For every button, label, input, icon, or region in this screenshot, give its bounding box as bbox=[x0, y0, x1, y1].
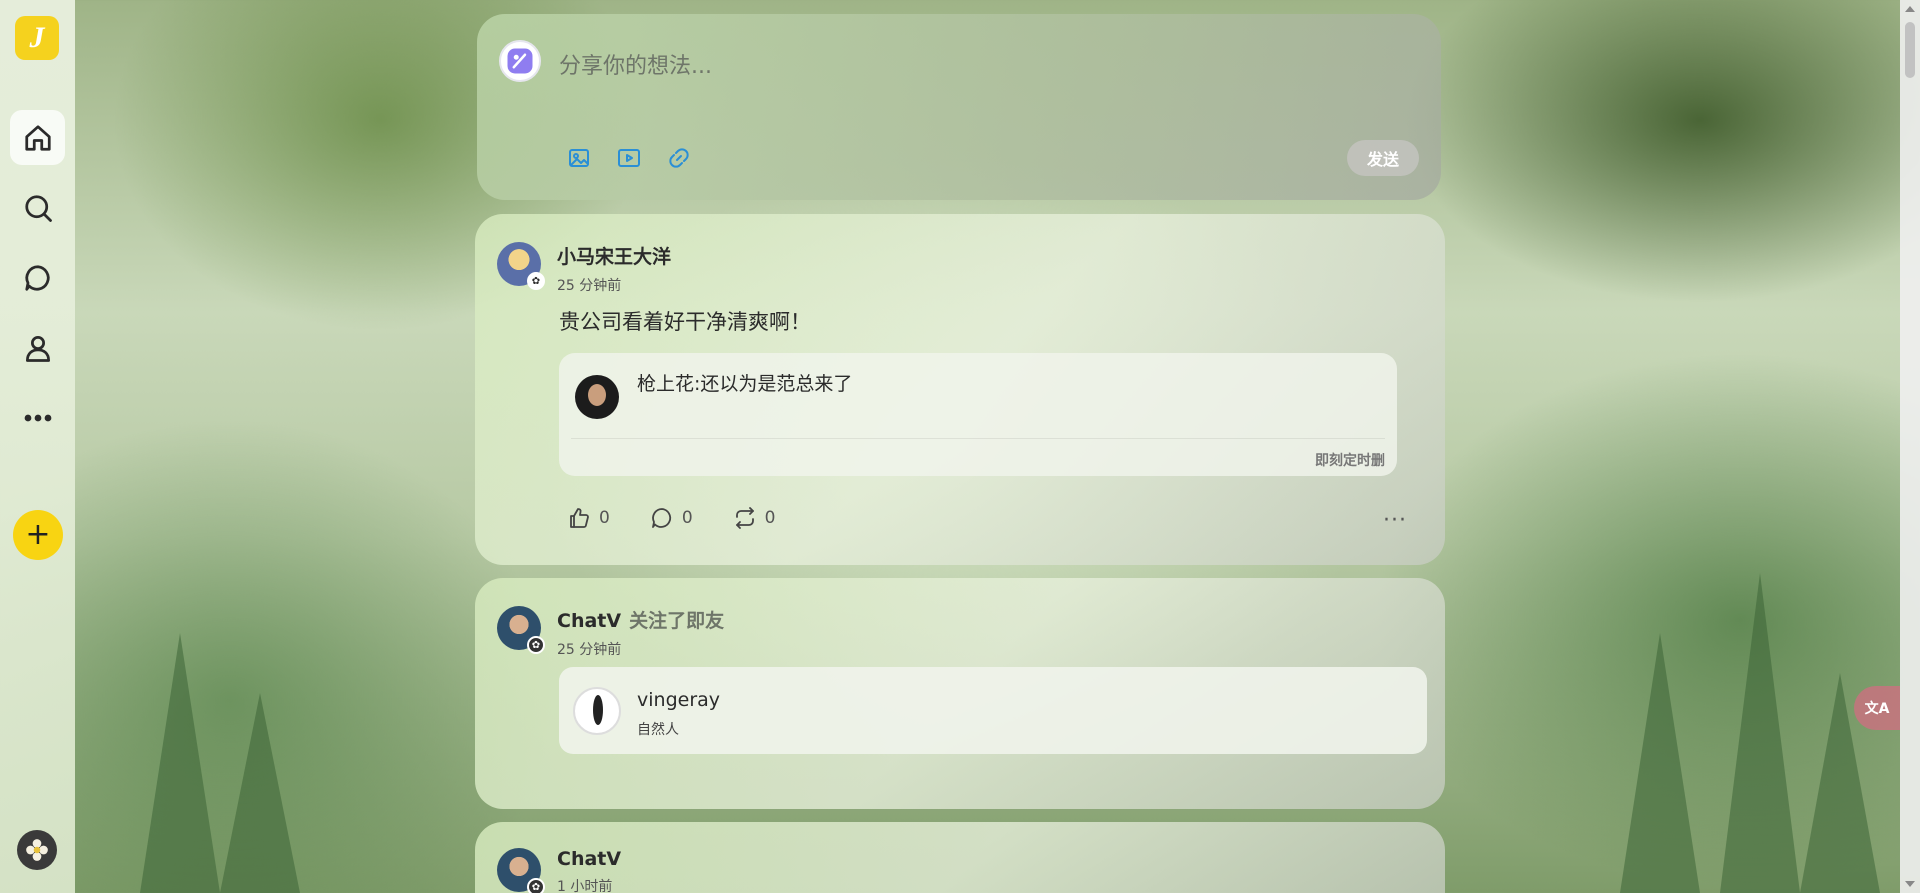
home-icon bbox=[24, 124, 51, 151]
post-actions: 0 0 0 bbox=[567, 506, 775, 530]
add-post-button[interactable]: + bbox=[13, 510, 63, 560]
more-dots-icon bbox=[24, 414, 51, 421]
like-button[interactable]: 0 bbox=[567, 506, 610, 530]
divider bbox=[571, 438, 1385, 439]
post-header: ✿ ChatV 1 小时前 bbox=[497, 848, 621, 893]
follow-action-text: 关注了即友 bbox=[629, 610, 725, 632]
thumbs-up-icon bbox=[570, 508, 589, 528]
author-avatar[interactable]: ✿ bbox=[497, 606, 545, 654]
repost-count: 0 bbox=[764, 508, 776, 528]
search-icon bbox=[24, 194, 52, 222]
app-logo-letter: J bbox=[29, 21, 45, 54]
video-icon[interactable] bbox=[617, 146, 641, 170]
commenter-avatar[interactable] bbox=[575, 375, 619, 419]
author-avatar[interactable]: ✿ bbox=[497, 848, 545, 893]
quoted-comment-text: 枪上花:还以为是范总来了 bbox=[637, 373, 853, 395]
scroll-down-arrow-icon[interactable] bbox=[1905, 881, 1915, 887]
comment-button[interactable]: 0 bbox=[650, 506, 693, 530]
background-tree bbox=[140, 633, 220, 893]
feed-post: ✿ ChatV 关注了即友 25 分钟前 vingeray 自然人 bbox=[475, 578, 1445, 809]
sidebar-item-home[interactable] bbox=[10, 110, 65, 165]
background-tree bbox=[1720, 573, 1800, 893]
author-name-text: ChatV bbox=[557, 610, 622, 632]
post-composer: 分享你的想法... 发送 bbox=[477, 14, 1441, 200]
page-scrollbar[interactable] bbox=[1900, 0, 1920, 893]
comment-count: 0 bbox=[681, 508, 693, 528]
feed-post: ✿ ChatV 1 小时前 bbox=[475, 822, 1445, 893]
topic-signature[interactable]: 即刻定时删 bbox=[1315, 450, 1385, 470]
followed-user-avatar[interactable] bbox=[573, 687, 621, 735]
user-icon bbox=[25, 335, 50, 362]
background-tree bbox=[220, 693, 300, 893]
author-avatar[interactable]: ✿ bbox=[497, 242, 545, 290]
image-icon[interactable] bbox=[567, 146, 591, 170]
quoted-comment[interactable]: 枪上花:还以为是范总来了 即刻定时删 bbox=[559, 353, 1397, 476]
composer-tools bbox=[567, 146, 691, 170]
sidebar: J + bbox=[0, 0, 75, 893]
chat-bubble-icon bbox=[24, 264, 50, 291]
author-name[interactable]: 小马宋王大洋 bbox=[557, 242, 671, 269]
post-header: ✿ 小马宋王大洋 25 分钟前 bbox=[497, 242, 671, 295]
sidebar-item-messages[interactable] bbox=[10, 250, 65, 305]
scroll-up-arrow-icon[interactable] bbox=[1905, 6, 1915, 12]
sidebar-item-more[interactable] bbox=[10, 390, 65, 445]
feed-post: ✿ 小马宋王大洋 25 分钟前 贵公司看着好干净清爽啊！ 枪上花:还以为是范总来… bbox=[475, 214, 1445, 565]
post-time: 25 分钟前 bbox=[557, 642, 622, 658]
comment-icon bbox=[651, 508, 671, 528]
post-content: 贵公司看着好干净清爽啊！ bbox=[559, 310, 811, 334]
composer-input[interactable]: 分享你的想法... bbox=[559, 48, 712, 80]
plus-icon: + bbox=[25, 517, 51, 552]
post-time: 25 分钟前 bbox=[557, 278, 622, 294]
my-avatar[interactable] bbox=[17, 830, 57, 870]
repost-button[interactable]: 0 bbox=[733, 506, 776, 530]
verified-badge-icon: ✿ bbox=[527, 272, 545, 290]
sidebar-item-search[interactable] bbox=[10, 180, 65, 235]
followed-user-name: vingeray bbox=[637, 689, 721, 711]
background-tree bbox=[1620, 633, 1700, 893]
link-icon[interactable] bbox=[667, 146, 691, 170]
user-avatar-icon bbox=[507, 48, 533, 74]
post-header: ✿ ChatV 关注了即友 25 分钟前 bbox=[497, 606, 724, 659]
verified-badge-icon: ✿ bbox=[527, 636, 545, 654]
author-name[interactable]: ChatV bbox=[557, 848, 621, 870]
scrollbar-thumb[interactable] bbox=[1905, 22, 1915, 78]
app-logo[interactable]: J bbox=[15, 16, 59, 60]
like-count: 0 bbox=[599, 508, 610, 528]
followed-user-card[interactable]: vingeray 自然人 bbox=[559, 667, 1427, 754]
flower-icon bbox=[26, 839, 48, 861]
followed-user-bio: 自然人 bbox=[637, 722, 679, 738]
verified-badge-icon: ✿ bbox=[527, 878, 545, 893]
send-button[interactable]: 发送 bbox=[1347, 140, 1419, 176]
translate-icon: 文A bbox=[1864, 701, 1890, 717]
translate-button[interactable]: 文A bbox=[1854, 686, 1900, 730]
composer-avatar bbox=[499, 40, 541, 82]
post-more-button[interactable]: ··· bbox=[1383, 508, 1407, 533]
sidebar-item-profile[interactable] bbox=[10, 320, 65, 375]
author-name[interactable]: ChatV 关注了即友 bbox=[557, 606, 724, 633]
post-time: 1 小时前 bbox=[557, 879, 613, 893]
repost-icon bbox=[735, 507, 754, 529]
